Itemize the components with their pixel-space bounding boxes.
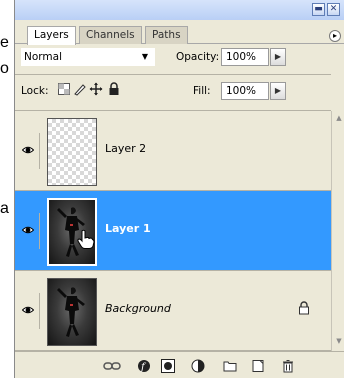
slider-arrow-icon: ▶ <box>274 86 282 95</box>
eye-icon <box>22 146 34 154</box>
layer-lock-icon <box>299 301 309 315</box>
minimize-button[interactable]: ▬ <box>312 3 325 16</box>
scroll-up-icon[interactable]: ▲ <box>334 114 344 122</box>
tab-channels[interactable]: Channels <box>79 26 142 44</box>
panel-footer: f <box>15 351 344 378</box>
fill-slider-button[interactable]: ▶ <box>270 82 286 100</box>
new-layer-icon[interactable] <box>251 359 265 373</box>
lock-image-pixels-icon[interactable] <box>73 82 87 96</box>
flyout-arrow-icon: ▸ <box>332 31 337 40</box>
layers-scrollbar[interactable]: ▲ ▼ <box>331 111 344 351</box>
layer-thumbnail[interactable] <box>47 118 97 186</box>
delete-layer-icon[interactable] <box>281 359 295 373</box>
tab-paths[interactable]: Paths <box>145 26 188 44</box>
visibility-toggle[interactable] <box>17 133 40 169</box>
fill-label: Fill: <box>193 85 211 97</box>
background-text-fragment: e <box>0 34 9 51</box>
minimize-icon: ▬ <box>314 4 323 14</box>
layer-mask-icon[interactable] <box>161 359 175 373</box>
lock-transparency-icon[interactable] <box>57 82 71 96</box>
lock-row: Lock: Fill: 100% ▶ <box>15 78 344 106</box>
fill-input[interactable]: 100% <box>221 82 269 100</box>
visibility-toggle[interactable] <box>17 213 40 249</box>
layer-row-layer-2[interactable]: Layer 2 <box>15 111 331 191</box>
hand-cursor-icon <box>77 229 95 249</box>
blend-row: Normal ▼ Opacity: 100% ▶ <box>15 44 344 71</box>
layer-row-background[interactable]: Background <box>15 271 331 351</box>
lock-all-icon[interactable] <box>107 82 121 96</box>
blend-mode-value: Normal <box>24 51 62 63</box>
layer-name[interactable]: Layer 2 <box>105 141 146 157</box>
link-layers-icon[interactable] <box>103 359 121 373</box>
layer-name[interactable]: Background <box>105 301 171 317</box>
panel-menu-button[interactable]: ▸ <box>329 30 341 42</box>
adjustment-layer-icon[interactable] <box>191 359 205 373</box>
opacity-slider-button[interactable]: ▶ <box>270 48 286 66</box>
divider <box>15 74 331 75</box>
lock-label: Lock: <box>21 85 49 97</box>
background-text-fragment: o <box>0 60 9 77</box>
scroll-down-icon[interactable]: ▼ <box>334 337 344 345</box>
opacity-input[interactable]: 100% <box>221 48 269 66</box>
layers-list: Layer 2 Layer 1 Background <box>15 111 331 351</box>
tab-layers[interactable]: Layers <box>27 26 76 45</box>
close-button[interactable]: ✕ <box>327 3 340 16</box>
dropdown-arrow-icon: ▼ <box>141 52 148 61</box>
panel-tabs: Layers Channels Paths ▸ <box>15 20 344 45</box>
eye-icon <box>22 226 34 234</box>
layer-row-layer-1[interactable]: Layer 1 <box>15 191 331 271</box>
new-group-icon[interactable] <box>223 359 237 373</box>
close-icon: ✕ <box>329 4 338 14</box>
visibility-toggle[interactable] <box>17 293 40 329</box>
background-text-fragment: a <box>0 200 9 217</box>
blend-mode-select[interactable]: Normal ▼ <box>21 48 155 66</box>
layer-name[interactable]: Layer 1 <box>105 221 151 237</box>
panel-titlebar: ▬ ✕ <box>15 0 344 20</box>
dancer-silhouette-icon <box>57 287 85 337</box>
lock-position-icon[interactable] <box>89 82 103 96</box>
opacity-label: Opacity: <box>176 51 220 63</box>
layer-style-icon[interactable]: f <box>137 359 151 373</box>
layers-panel: ▬ ✕ Layers Channels Paths ▸ Normal ▼ Opa… <box>14 0 344 378</box>
eye-icon <box>22 306 34 314</box>
layer-thumbnail[interactable] <box>47 278 97 346</box>
slider-arrow-icon: ▶ <box>274 52 282 61</box>
